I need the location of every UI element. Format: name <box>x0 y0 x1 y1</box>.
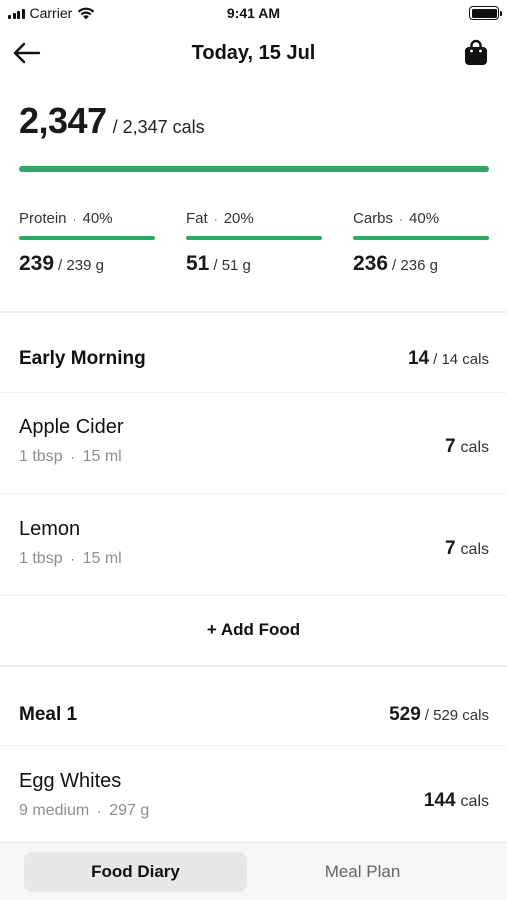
macro-progress-bar <box>353 236 489 240</box>
food-item[interactable]: Lemon 1 tbsp · 15 ml 7 cals <box>19 518 489 588</box>
carrier-label: Carrier <box>29 5 73 21</box>
macro-progress-fill <box>186 236 322 240</box>
status-bar: Carrier 9:41 AM <box>0 0 507 26</box>
macro-percent: 40% <box>409 210 440 227</box>
shopping-bag-icon[interactable] <box>463 39 489 67</box>
food-cal-unit: cals <box>460 439 489 456</box>
food-item[interactable]: Apple Cider 1 tbsp · 15 ml 7 cals <box>19 416 489 486</box>
macro-amount: 51 <box>186 252 210 275</box>
tab-meal-plan[interactable]: Meal Plan <box>251 852 474 892</box>
macro-header: Protein · 40% <box>19 210 155 227</box>
food-item[interactable]: Egg Whites 9 medium · 297 g 144 cals <box>19 770 489 840</box>
macro-goal: / 51 g <box>213 257 251 274</box>
separator-dot: · <box>213 211 218 226</box>
macro-name: Carbs <box>353 210 394 227</box>
macro-progress-bar <box>186 236 322 240</box>
macro-progress-fill <box>19 236 155 240</box>
row-divider <box>0 745 507 746</box>
food-serving: 1 tbsp · 15 ml <box>19 550 489 568</box>
status-time: 9:41 AM <box>226 5 281 21</box>
macro-header: Carbs · 40% <box>353 210 489 227</box>
battery-icon <box>469 6 502 20</box>
group-calories: 529 <box>389 704 421 725</box>
calorie-line: 2,347 / 2,347 cals <box>19 100 489 142</box>
macro-progress-bar <box>19 236 155 240</box>
meal-group-title: Early Morning <box>19 348 146 369</box>
food-name: Lemon <box>19 518 81 540</box>
meal-group-title: Meal 1 <box>19 704 78 725</box>
macro-amount: 236 <box>353 252 389 275</box>
food-calories: 7 cals <box>445 436 489 458</box>
signal-icon <box>8 8 25 19</box>
group-calories: 14 <box>407 348 430 369</box>
macro-amount: 239 <box>19 252 55 275</box>
macro-goal: / 239 g <box>58 257 104 274</box>
macro-carbs: Carbs · 40% 236 / 236 g <box>353 210 489 276</box>
separator-dot: · <box>97 804 102 818</box>
tab-food-diary[interactable]: Food Diary <box>24 851 247 892</box>
food-name: Egg Whites <box>19 770 122 792</box>
macro-value: 51 / 51 g <box>186 252 322 276</box>
food-name: Apple Cider <box>19 416 124 438</box>
separator-dot: · <box>399 211 404 226</box>
macro-name: Protein <box>19 210 67 227</box>
macro-value: 236 / 236 g <box>353 252 489 276</box>
food-weight: 15 ml <box>82 448 122 465</box>
group-calories-goal: / 529 cals <box>424 707 489 724</box>
macro-name: Fat <box>186 210 208 227</box>
calorie-goal: / 2,347 cals <box>112 117 205 137</box>
food-cal-value: 7 <box>444 538 456 559</box>
meal-group-total: 529 / 529 cals <box>389 704 489 726</box>
meal-group-header[interactable]: Meal 1 529 / 529 cals <box>19 704 489 726</box>
food-cal-value: 7 <box>444 436 456 457</box>
food-cal-value: 144 <box>423 790 456 811</box>
macros-row: Protein · 40% 239 / 239 g Fat · 20% 51 /… <box>19 210 489 276</box>
macro-progress-fill <box>353 236 489 240</box>
food-cal-unit: cals <box>460 793 489 810</box>
food-serving: 1 tbsp · 15 ml <box>19 448 489 466</box>
food-weight: 297 g <box>109 802 150 819</box>
row-divider <box>0 595 507 596</box>
back-button[interactable] <box>12 38 42 68</box>
meal-group-total: 14 / 14 cals <box>408 348 489 370</box>
food-calories: 7 cals <box>445 538 489 560</box>
status-left: Carrier <box>8 5 95 21</box>
food-calories: 144 cals <box>424 790 489 812</box>
macro-percent: 40% <box>82 210 113 227</box>
row-divider <box>0 392 507 393</box>
calorie-summary: 2,347 / 2,347 cals <box>19 100 489 172</box>
calorie-total: 2,347 <box>19 100 107 141</box>
separator-dot: · <box>72 211 77 226</box>
food-amount: 1 tbsp <box>19 550 63 567</box>
section-divider <box>0 311 507 313</box>
separator-dot: · <box>70 552 75 566</box>
row-divider <box>0 493 507 494</box>
page-title: Today, 15 Jul <box>191 41 316 64</box>
separator-dot: · <box>70 450 75 464</box>
wifi-icon <box>78 7 95 19</box>
food-amount: 9 medium <box>19 802 90 819</box>
calorie-progress-bar <box>19 166 489 172</box>
macro-value: 239 / 239 g <box>19 252 155 276</box>
calorie-progress-fill <box>19 166 489 172</box>
section-divider <box>0 665 507 667</box>
group-calories-goal: / 14 cals <box>433 351 489 368</box>
macro-goal: / 236 g <box>392 257 438 274</box>
bottom-tab-bar: Food Diary Meal Plan <box>0 842 507 900</box>
food-cal-unit: cals <box>460 541 489 558</box>
macro-percent: 20% <box>223 210 254 227</box>
meal-group-header[interactable]: Early Morning 14 / 14 cals <box>19 348 489 370</box>
add-food-button[interactable]: + Add Food <box>0 620 507 640</box>
arrow-left-icon <box>13 42 41 64</box>
food-amount: 1 tbsp <box>19 448 63 465</box>
macro-protein: Protein · 40% 239 / 239 g <box>19 210 155 276</box>
food-weight: 15 ml <box>82 550 122 567</box>
macro-fat: Fat · 20% 51 / 51 g <box>186 210 322 276</box>
macro-header: Fat · 20% <box>186 210 322 227</box>
food-serving: 9 medium · 297 g <box>19 802 489 820</box>
nav-bar: Today, 15 Jul <box>0 30 507 76</box>
